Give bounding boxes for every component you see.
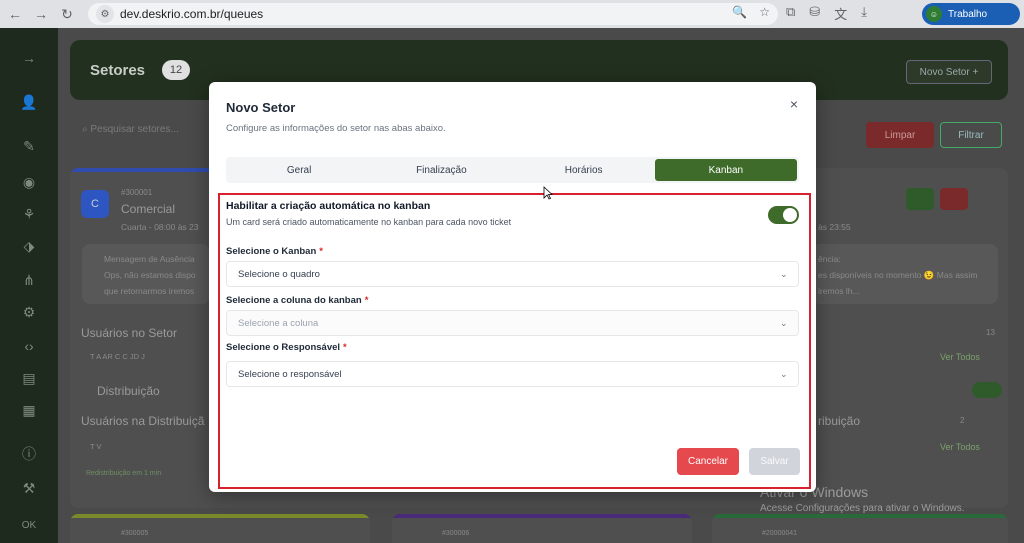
distribution-count: 2 [960, 416, 965, 425]
highlight-box [218, 193, 811, 489]
clear-button[interactable]: Limpar [866, 122, 934, 148]
edit-icon[interactable]: ✎ [20, 138, 38, 156]
absence-title: Mensagem de Ausência [104, 254, 195, 264]
page-title: Setores [90, 62, 146, 79]
tab-finalizacao[interactable]: Finalização [370, 159, 512, 181]
avatar: ☺ [926, 6, 942, 22]
absence-right-title: ência: [818, 254, 841, 264]
tab-kanban[interactable]: Kanban [654, 159, 797, 181]
info-icon[interactable]: ⓘ [20, 444, 38, 462]
translate-icon[interactable]: 文 [834, 4, 847, 23]
profile-button[interactable]: ☺ Trabalho [922, 3, 1020, 25]
mouse-cursor-icon [543, 186, 553, 200]
zoom-icon[interactable]: 🔍 [732, 5, 747, 19]
tools-icon[interactable]: ⚒ [20, 480, 38, 498]
forward-icon[interactable]: → [30, 3, 52, 25]
sector-hours: Cuarta - 08:00 às 23 [121, 222, 199, 232]
users-icon[interactable]: 👤 [20, 94, 38, 112]
address-url: dev.deskrio.com.br/queues [120, 7, 264, 21]
tags-icon[interactable]: ⬗ [20, 238, 38, 256]
document-icon[interactable]: ▤ [20, 370, 38, 388]
download-icon[interactable]: ⤓ [861, 4, 867, 23]
absence-text-2: que retornarmos iremos [104, 286, 195, 296]
filter-button[interactable]: Filtrar [940, 122, 1002, 148]
sidebar: → 👤 ✎ ◉ ⚘ ⬗ ⋔ ⚙ ‹› ▤ ▦ ⓘ ⚒ OK [0, 28, 58, 543]
sector-hours-right: às 23:55 [818, 222, 851, 232]
sector-count-badge: 12 [162, 60, 190, 80]
sidebar-bottom-label: OK [21, 520, 37, 531]
bot-icon[interactable]: ◉ [20, 174, 38, 192]
sector-card-bottom-3 [712, 514, 1008, 543]
users-distribution-label: Usuários na Distribuiçã [81, 414, 205, 428]
new-sector-button[interactable]: Novo Setor + [906, 60, 992, 84]
incognito-icon[interactable]: ⛁ [809, 4, 820, 23]
search-placeholder: Pesquisar setores... [90, 124, 179, 135]
sector-card-bottom-3-id: #20000041 [762, 530, 798, 537]
users-distribution-right: ribuição [818, 414, 861, 428]
tab-geral[interactable]: Geral [228, 159, 370, 181]
view-all-distribution-button[interactable]: Ver Todos [940, 442, 980, 452]
distribution-initials: T V [90, 442, 102, 451]
grid-icon[interactable]: ▦ [20, 402, 38, 420]
windows-activate-text: Acesse Configurações para ativar o Windo… [760, 503, 965, 514]
sector-card-bottom-2-id: #300006 [442, 530, 470, 537]
users-initials: T A AR C C JD J [90, 352, 145, 361]
modal-tabs: Geral Finalização Horários Kanban [226, 157, 799, 183]
sector-card-bottom-2 [392, 514, 692, 543]
absence-right-1: es disponíveis no momento 😉 Mas assim [818, 270, 978, 280]
edit-sector-button[interactable] [906, 188, 934, 210]
distribution-label: Distribuição [97, 384, 160, 398]
modal-title: Novo Setor [226, 100, 296, 115]
network-icon[interactable]: ⋔ [20, 272, 38, 290]
settings-icon[interactable]: ⚙ [20, 304, 38, 322]
sector-card-bottom-1-id: #300005 [121, 530, 149, 537]
delete-sector-button[interactable] [940, 188, 968, 210]
close-icon[interactable]: × [787, 97, 801, 111]
absence-text-1: Ops, não estamos dispo [104, 270, 196, 280]
distribution-toggle[interactable] [972, 382, 1002, 398]
site-info-icon[interactable]: ⚙ [96, 5, 114, 23]
modal-subtitle: Configure as informações do setor nas ab… [226, 123, 446, 134]
share-icon[interactable]: ⚘ [20, 206, 38, 224]
browser-toolbar: ← → ↻ ⚙ dev.deskrio.com.br/queues 🔍 ☆ ⧉ … [0, 0, 1024, 28]
back-icon[interactable]: ← [4, 3, 26, 25]
bookmark-star-icon[interactable]: ☆ [759, 5, 770, 19]
users-count: 13 [986, 328, 995, 337]
address-bar[interactable]: ⚙ dev.deskrio.com.br/queues 🔍 ☆ [88, 3, 778, 25]
search-input[interactable]: ⌕ Pesquisar setores... [82, 124, 179, 135]
profile-label: Trabalho [948, 8, 988, 20]
absence-right-2: iremos lh... [818, 286, 860, 296]
sector-id: #300001 [121, 188, 153, 197]
sector-name: Comercial [121, 202, 176, 216]
tab-horarios[interactable]: Horários [513, 159, 655, 181]
reload-icon[interactable]: ↻ [56, 3, 78, 25]
extensions-icon[interactable]: ⧉ [786, 4, 795, 23]
sector-card-bottom-1 [70, 514, 370, 543]
code-icon[interactable]: ‹› [20, 338, 38, 356]
users-in-sector-label: Usuários no Setor [81, 326, 178, 340]
redistribution-badge: Redistribuição em 1 min [86, 470, 162, 477]
view-all-users-button[interactable]: Ver Todos [940, 352, 980, 362]
sector-avatar: C [81, 190, 109, 218]
arrow-right-icon[interactable]: → [20, 50, 38, 68]
